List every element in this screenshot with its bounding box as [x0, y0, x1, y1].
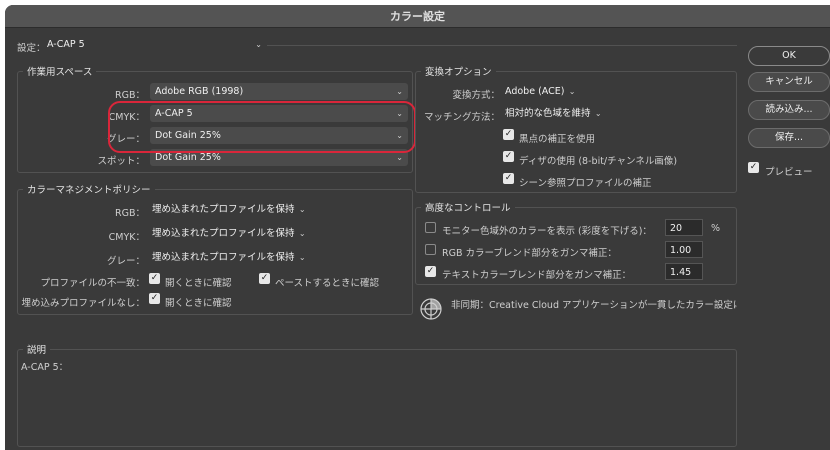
cmyk-gray-highlight [108, 101, 416, 153]
missing-ask-when-opening-checkbox[interactable]: ✓ [149, 293, 160, 304]
chevron-down-icon: ⌄ [255, 40, 262, 49]
scene-referred-checkbox[interactable]: ✓ [503, 173, 514, 184]
ask-when-opening-label: 開くときに確認 [165, 278, 232, 289]
intent-value: 相対的な色域を維持 [505, 108, 591, 119]
policy-cmyk-label: CMYK： [108, 232, 145, 243]
dither-checkbox[interactable]: ✓ [503, 151, 514, 162]
color-settings-dialog: カラー設定 設定： A-CAP 5 ⌄ 作業用スペース RGB： Adobe R… [5, 5, 830, 450]
settings-preset-value: A-CAP 5 [47, 39, 85, 50]
workspace-rgb-value: Adobe RGB (1998) [155, 86, 244, 97]
policy-cmyk-select[interactable]: 埋め込まれたプロファイルを保持 ⌄ [148, 225, 309, 242]
workspace-title: 作業用スペース [23, 64, 97, 78]
desaturate-input[interactable]: 20 [665, 219, 703, 236]
rgb-blend-checkbox[interactable] [425, 244, 436, 255]
policy-title: カラーマネジメントポリシー [23, 182, 155, 196]
divider [267, 45, 737, 46]
engine-value: Adobe (ACE) [505, 86, 565, 97]
workspace-rgb-select[interactable]: Adobe RGB (1998) ⌄ [150, 83, 408, 100]
desaturate-label: モニター色域外のカラーを表示 (彩度を下げる)： [442, 226, 652, 237]
engine-select[interactable]: Adobe (ACE) ⌄ [501, 83, 578, 100]
chevron-down-icon: ⌄ [568, 87, 576, 96]
chevron-down-icon: ⌄ [396, 87, 403, 96]
desaturate-unit: % [711, 223, 721, 234]
chevron-down-icon: ⌄ [594, 109, 602, 118]
advanced-title: 高度なコントロール [421, 200, 515, 214]
policy-rgb-value: 埋め込まれたプロファイルを保持 [152, 204, 295, 215]
ask-when-pasting-checkbox[interactable]: ✓ [259, 273, 270, 284]
policy-rgb-label: RGB： [115, 208, 145, 219]
mismatch-label: プロファイルの不一致： [40, 278, 145, 289]
desaturate-checkbox[interactable] [425, 222, 436, 233]
dither-label: ディザの使用 (8-bit/チャンネル画像) [519, 156, 678, 167]
preview-label: プレビュー [765, 167, 813, 178]
chevron-down-icon: ⌄ [298, 229, 306, 238]
engine-label: 変換方式： [452, 90, 500, 101]
description-title: 説明 [23, 342, 51, 356]
settings-preset-select[interactable]: A-CAP 5 ⌄ [43, 36, 265, 53]
sync-status-icon [419, 297, 443, 321]
text-blend-label: テキストカラーブレンド部分をガンマ補正： [442, 270, 632, 281]
window-title: カラー設定 [5, 5, 830, 28]
text-blend-checkbox[interactable]: ✓ [425, 266, 436, 277]
policy-gray-label: グレー： [106, 256, 145, 267]
chevron-down-icon: ⌄ [298, 205, 306, 214]
policy-rgb-select[interactable]: 埋め込まれたプロファイルを保持 ⌄ [148, 201, 309, 218]
sync-status-text: 非同期：Creative Cloud アプリケーションが一貫したカラー設定に同… [451, 300, 737, 311]
workspace-spot-value: Dot Gain 25% [155, 152, 221, 163]
workspace-rgb-label: RGB： [115, 90, 145, 101]
ask-when-opening-checkbox[interactable]: ✓ [149, 273, 160, 284]
policy-cmyk-value: 埋め込まれたプロファイルを保持 [152, 228, 295, 239]
rgb-blend-input[interactable]: 1.00 [665, 241, 703, 258]
black-point-label: 黒点の補正を使用 [519, 134, 596, 145]
settings-label: 設定： [17, 43, 46, 54]
policy-gray-value: 埋め込まれたプロファイルを保持 [152, 252, 295, 263]
text-blend-input[interactable]: 1.45 [665, 263, 703, 280]
description-text: A-CAP 5： [21, 362, 69, 373]
load-button[interactable]: 読み込み... [748, 100, 830, 120]
description-group [17, 349, 737, 447]
rgb-blend-label: RGB カラーブレンド部分をガンマ補正： [442, 248, 617, 259]
workspace-spot-label: スポット： [97, 156, 145, 167]
preview-checkbox[interactable]: ✓ [748, 162, 759, 173]
ok-button[interactable]: OK [748, 46, 830, 66]
missing-profile-label: 埋め込みプロファイルなし： [21, 298, 145, 309]
save-button[interactable]: 保存... [748, 128, 830, 148]
cancel-button[interactable]: キャンセル [748, 72, 830, 92]
missing-ask-when-opening-label: 開くときに確認 [165, 298, 232, 309]
scene-referred-label: シーン参照プロファイルの補正 [519, 178, 652, 189]
chevron-down-icon: ⌄ [298, 253, 306, 262]
black-point-checkbox[interactable]: ✓ [503, 129, 514, 140]
intent-label: マッチング方法： [423, 112, 500, 123]
conversion-title: 変換オプション [421, 64, 496, 78]
intent-select[interactable]: 相対的な色域を維持 ⌄ [501, 105, 605, 122]
ask-when-pasting-label: ペーストするときに確認 [275, 278, 380, 289]
policy-gray-select[interactable]: 埋め込まれたプロファイルを保持 ⌄ [148, 249, 309, 266]
